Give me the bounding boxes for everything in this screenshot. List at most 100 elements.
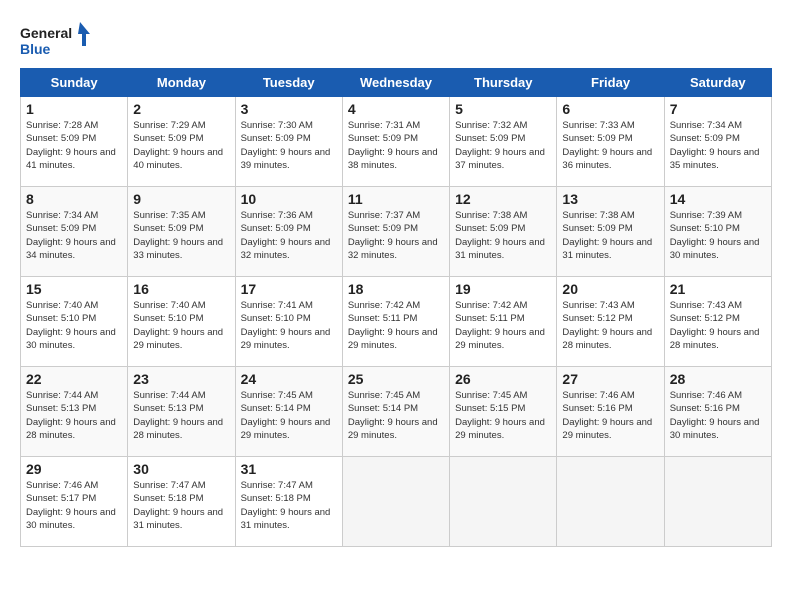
day-info: Sunrise: 7:35 AM Sunset: 5:09 PM Dayligh…: [133, 209, 229, 262]
day-info: Sunrise: 7:44 AM Sunset: 5:13 PM Dayligh…: [133, 389, 229, 442]
day-info: Sunrise: 7:29 AM Sunset: 5:09 PM Dayligh…: [133, 119, 229, 172]
day-info: Sunrise: 7:47 AM Sunset: 5:18 PM Dayligh…: [133, 479, 229, 532]
weekday-header-monday: Monday: [128, 69, 235, 97]
day-cell-3: 3 Sunrise: 7:30 AM Sunset: 5:09 PM Dayli…: [235, 97, 342, 187]
week-row-2: 8 Sunrise: 7:34 AM Sunset: 5:09 PM Dayli…: [21, 187, 772, 277]
day-cell-13: 13 Sunrise: 7:38 AM Sunset: 5:09 PM Dayl…: [557, 187, 664, 277]
day-cell-29: 29 Sunrise: 7:46 AM Sunset: 5:17 PM Dayl…: [21, 457, 128, 547]
day-cell-5: 5 Sunrise: 7:32 AM Sunset: 5:09 PM Dayli…: [450, 97, 557, 187]
day-info: Sunrise: 7:46 AM Sunset: 5:16 PM Dayligh…: [670, 389, 766, 442]
empty-cell: [450, 457, 557, 547]
day-cell-6: 6 Sunrise: 7:33 AM Sunset: 5:09 PM Dayli…: [557, 97, 664, 187]
day-cell-25: 25 Sunrise: 7:45 AM Sunset: 5:14 PM Dayl…: [342, 367, 449, 457]
page-header: General Blue: [20, 20, 772, 60]
logo-svg: General Blue: [20, 20, 90, 60]
svg-text:General: General: [20, 25, 72, 41]
day-info: Sunrise: 7:44 AM Sunset: 5:13 PM Dayligh…: [26, 389, 122, 442]
day-cell-8: 8 Sunrise: 7:34 AM Sunset: 5:09 PM Dayli…: [21, 187, 128, 277]
day-number: 3: [241, 101, 337, 117]
day-number: 27: [562, 371, 658, 387]
day-cell-28: 28 Sunrise: 7:46 AM Sunset: 5:16 PM Dayl…: [664, 367, 771, 457]
day-cell-31: 31 Sunrise: 7:47 AM Sunset: 5:18 PM Dayl…: [235, 457, 342, 547]
day-number: 8: [26, 191, 122, 207]
day-number: 30: [133, 461, 229, 477]
day-number: 6: [562, 101, 658, 117]
empty-cell: [664, 457, 771, 547]
calendar-table: SundayMondayTuesdayWednesdayThursdayFrid…: [20, 68, 772, 547]
day-number: 12: [455, 191, 551, 207]
day-cell-9: 9 Sunrise: 7:35 AM Sunset: 5:09 PM Dayli…: [128, 187, 235, 277]
day-cell-21: 21 Sunrise: 7:43 AM Sunset: 5:12 PM Dayl…: [664, 277, 771, 367]
day-number: 4: [348, 101, 444, 117]
day-number: 28: [670, 371, 766, 387]
weekday-header-thursday: Thursday: [450, 69, 557, 97]
day-number: 26: [455, 371, 551, 387]
week-row-5: 29 Sunrise: 7:46 AM Sunset: 5:17 PM Dayl…: [21, 457, 772, 547]
day-number: 21: [670, 281, 766, 297]
day-info: Sunrise: 7:43 AM Sunset: 5:12 PM Dayligh…: [562, 299, 658, 352]
week-row-3: 15 Sunrise: 7:40 AM Sunset: 5:10 PM Dayl…: [21, 277, 772, 367]
day-number: 19: [455, 281, 551, 297]
day-info: Sunrise: 7:38 AM Sunset: 5:09 PM Dayligh…: [562, 209, 658, 262]
day-number: 17: [241, 281, 337, 297]
day-number: 15: [26, 281, 122, 297]
day-cell-11: 11 Sunrise: 7:37 AM Sunset: 5:09 PM Dayl…: [342, 187, 449, 277]
day-cell-2: 2 Sunrise: 7:29 AM Sunset: 5:09 PM Dayli…: [128, 97, 235, 187]
day-info: Sunrise: 7:46 AM Sunset: 5:17 PM Dayligh…: [26, 479, 122, 532]
weekday-header-row: SundayMondayTuesdayWednesdayThursdayFrid…: [21, 69, 772, 97]
day-number: 16: [133, 281, 229, 297]
day-cell-7: 7 Sunrise: 7:34 AM Sunset: 5:09 PM Dayli…: [664, 97, 771, 187]
day-info: Sunrise: 7:37 AM Sunset: 5:09 PM Dayligh…: [348, 209, 444, 262]
day-info: Sunrise: 7:39 AM Sunset: 5:10 PM Dayligh…: [670, 209, 766, 262]
empty-cell: [342, 457, 449, 547]
day-cell-26: 26 Sunrise: 7:45 AM Sunset: 5:15 PM Dayl…: [450, 367, 557, 457]
day-info: Sunrise: 7:33 AM Sunset: 5:09 PM Dayligh…: [562, 119, 658, 172]
day-number: 13: [562, 191, 658, 207]
day-number: 24: [241, 371, 337, 387]
day-info: Sunrise: 7:43 AM Sunset: 5:12 PM Dayligh…: [670, 299, 766, 352]
day-info: Sunrise: 7:46 AM Sunset: 5:16 PM Dayligh…: [562, 389, 658, 442]
day-info: Sunrise: 7:47 AM Sunset: 5:18 PM Dayligh…: [241, 479, 337, 532]
day-cell-17: 17 Sunrise: 7:41 AM Sunset: 5:10 PM Dayl…: [235, 277, 342, 367]
day-info: Sunrise: 7:28 AM Sunset: 5:09 PM Dayligh…: [26, 119, 122, 172]
day-number: 7: [670, 101, 766, 117]
day-number: 9: [133, 191, 229, 207]
week-row-4: 22 Sunrise: 7:44 AM Sunset: 5:13 PM Dayl…: [21, 367, 772, 457]
day-number: 22: [26, 371, 122, 387]
day-number: 5: [455, 101, 551, 117]
day-info: Sunrise: 7:31 AM Sunset: 5:09 PM Dayligh…: [348, 119, 444, 172]
day-number: 10: [241, 191, 337, 207]
weekday-header-sunday: Sunday: [21, 69, 128, 97]
day-info: Sunrise: 7:34 AM Sunset: 5:09 PM Dayligh…: [26, 209, 122, 262]
day-cell-15: 15 Sunrise: 7:40 AM Sunset: 5:10 PM Dayl…: [21, 277, 128, 367]
day-info: Sunrise: 7:40 AM Sunset: 5:10 PM Dayligh…: [133, 299, 229, 352]
day-info: Sunrise: 7:30 AM Sunset: 5:09 PM Dayligh…: [241, 119, 337, 172]
day-info: Sunrise: 7:36 AM Sunset: 5:09 PM Dayligh…: [241, 209, 337, 262]
day-info: Sunrise: 7:41 AM Sunset: 5:10 PM Dayligh…: [241, 299, 337, 352]
day-info: Sunrise: 7:42 AM Sunset: 5:11 PM Dayligh…: [455, 299, 551, 352]
day-number: 29: [26, 461, 122, 477]
weekday-header-tuesday: Tuesday: [235, 69, 342, 97]
day-cell-23: 23 Sunrise: 7:44 AM Sunset: 5:13 PM Dayl…: [128, 367, 235, 457]
empty-cell: [557, 457, 664, 547]
day-info: Sunrise: 7:42 AM Sunset: 5:11 PM Dayligh…: [348, 299, 444, 352]
day-number: 20: [562, 281, 658, 297]
day-cell-22: 22 Sunrise: 7:44 AM Sunset: 5:13 PM Dayl…: [21, 367, 128, 457]
day-cell-1: 1 Sunrise: 7:28 AM Sunset: 5:09 PM Dayli…: [21, 97, 128, 187]
day-info: Sunrise: 7:40 AM Sunset: 5:10 PM Dayligh…: [26, 299, 122, 352]
day-number: 2: [133, 101, 229, 117]
day-info: Sunrise: 7:45 AM Sunset: 5:14 PM Dayligh…: [348, 389, 444, 442]
day-cell-12: 12 Sunrise: 7:38 AM Sunset: 5:09 PM Dayl…: [450, 187, 557, 277]
week-row-1: 1 Sunrise: 7:28 AM Sunset: 5:09 PM Dayli…: [21, 97, 772, 187]
day-cell-24: 24 Sunrise: 7:45 AM Sunset: 5:14 PM Dayl…: [235, 367, 342, 457]
svg-text:Blue: Blue: [20, 41, 51, 57]
weekday-header-friday: Friday: [557, 69, 664, 97]
day-cell-4: 4 Sunrise: 7:31 AM Sunset: 5:09 PM Dayli…: [342, 97, 449, 187]
day-info: Sunrise: 7:34 AM Sunset: 5:09 PM Dayligh…: [670, 119, 766, 172]
day-number: 11: [348, 191, 444, 207]
day-number: 23: [133, 371, 229, 387]
day-cell-10: 10 Sunrise: 7:36 AM Sunset: 5:09 PM Dayl…: [235, 187, 342, 277]
day-number: 18: [348, 281, 444, 297]
day-info: Sunrise: 7:45 AM Sunset: 5:15 PM Dayligh…: [455, 389, 551, 442]
day-cell-30: 30 Sunrise: 7:47 AM Sunset: 5:18 PM Dayl…: [128, 457, 235, 547]
